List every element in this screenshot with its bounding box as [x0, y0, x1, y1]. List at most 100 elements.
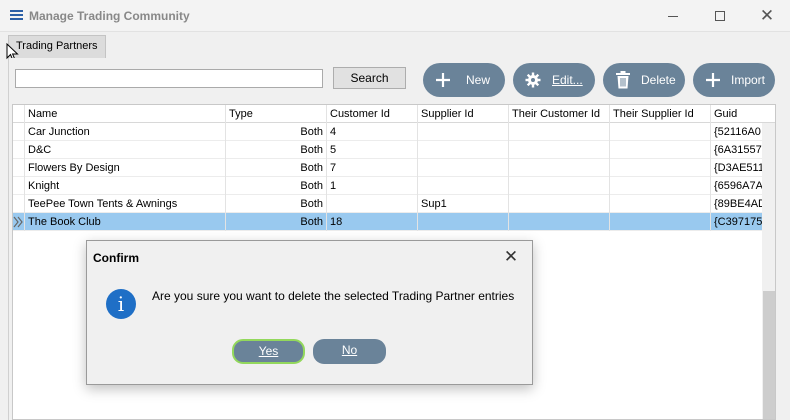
app-menu-icon[interactable] [10, 10, 23, 21]
cell-name: Knight [25, 177, 226, 195]
close-button[interactable]: ✕ [744, 0, 790, 32]
cell-their-customer-id [509, 159, 610, 177]
cell-their-supplier-id [610, 213, 711, 231]
row-indicator [13, 195, 25, 213]
cell-their-customer-id [509, 213, 610, 231]
cell-customer-id: 7 [327, 159, 418, 177]
column-header-name[interactable]: Name [25, 105, 226, 123]
dialog-title: Confirm [93, 251, 139, 265]
cell-guid: {52116A0 [714, 126, 761, 138]
column-header-supplier-id[interactable]: Supplier Id [418, 105, 509, 123]
edit-button[interactable]: Edit... [513, 63, 595, 97]
cell-guid: {6596A7A [714, 180, 763, 192]
search-button[interactable]: Search [333, 67, 406, 89]
column-header-guid[interactable]: Guid [711, 105, 763, 123]
yes-button[interactable]: Yes [232, 339, 305, 364]
cell-name: TeePee Town Tents & Awnings [25, 195, 226, 213]
gear-icon [523, 70, 543, 90]
plus-icon [433, 70, 453, 90]
cell-guid: {89BE4AD [714, 198, 763, 210]
cell-type: Both [226, 123, 327, 141]
edit-button-label: Edit... [552, 73, 583, 87]
table-row[interactable]: Car Junction Both 4 {52116A0 [13, 123, 775, 141]
cell-their-supplier-id [610, 159, 711, 177]
cell-customer-id: 18 [327, 213, 418, 231]
table-row[interactable]: TeePee Town Tents & Awnings Both Sup1 {8… [13, 195, 775, 213]
cell-customer-id: 5 [327, 141, 418, 159]
minimize-icon [668, 15, 678, 17]
cell-supplier-id [418, 177, 509, 195]
row-indicator [13, 123, 25, 141]
cell-supplier-id [418, 159, 509, 177]
vertical-scrollbar[interactable] [762, 123, 775, 419]
current-row-chevron-icon [13, 216, 23, 228]
delete-button[interactable]: Delete [603, 63, 685, 97]
no-button[interactable]: No [313, 339, 386, 364]
close-icon: ✕ [759, 6, 775, 26]
import-button-label: Import [731, 73, 766, 87]
yes-button-label: Yes [258, 344, 279, 358]
info-icon: i [106, 289, 136, 319]
cell-name: Flowers By Design [25, 159, 226, 177]
column-header-customer-id[interactable]: Customer Id [327, 105, 418, 123]
tab-strip: Trading Partners [0, 32, 790, 58]
column-header-their-customer-id[interactable]: Their Customer Id [509, 105, 610, 123]
delete-button-label: Delete [641, 73, 676, 87]
cell-their-customer-id [509, 141, 610, 159]
no-button-label: No [341, 343, 358, 357]
dialog-message: Are you sure you want to delete the sele… [152, 289, 515, 303]
scrollbar-thumb[interactable] [763, 291, 775, 419]
column-header-type[interactable]: Type [226, 105, 327, 123]
new-button[interactable]: New [423, 63, 505, 97]
maximize-button[interactable] [697, 0, 743, 32]
cell-their-supplier-id [610, 123, 711, 141]
cell-name: Car Junction [25, 123, 226, 141]
maximize-icon [715, 11, 725, 21]
tab-trading-partners[interactable]: Trading Partners [8, 35, 106, 58]
table-row-selected[interactable]: The Book Club Both 18 {C397175 [13, 213, 775, 231]
cell-their-supplier-id [610, 177, 711, 195]
cell-guid: {C397175 [714, 216, 763, 228]
table-row[interactable]: D&C Both 5 {6A31557 [13, 141, 775, 159]
title-bar: Manage Trading Community ✕ [0, 0, 790, 32]
cell-their-customer-id [509, 123, 610, 141]
cell-guid: {6A31557 [714, 144, 762, 156]
cell-type: Both [226, 195, 327, 213]
dialog-close-button[interactable]: ✕ [499, 245, 523, 269]
import-button[interactable]: Import [693, 63, 775, 97]
close-icon: ✕ [503, 247, 519, 267]
cell-supplier-id: Sup1 [418, 195, 509, 213]
trash-icon [613, 70, 633, 90]
table-row[interactable]: Knight Both 1 {6596A7A [13, 177, 775, 195]
cell-their-supplier-id [610, 195, 711, 213]
cell-customer-id: 1 [327, 177, 418, 195]
cell-their-customer-id [509, 195, 610, 213]
cell-their-supplier-id [610, 141, 711, 159]
confirm-dialog: Confirm ✕ i Are you sure you want to del… [86, 240, 533, 385]
cell-their-customer-id [509, 177, 610, 195]
cell-customer-id [327, 195, 418, 213]
row-indicator [13, 159, 25, 177]
window-title: Manage Trading Community [29, 9, 190, 23]
row-indicator [13, 141, 25, 159]
column-header-their-supplier-id[interactable]: Their Supplier Id [610, 105, 711, 123]
cell-supplier-id [418, 123, 509, 141]
new-button-label: New [466, 73, 491, 87]
minimize-button[interactable] [650, 0, 696, 32]
header-indicator-cell [13, 105, 25, 123]
grid-header: Name Type Customer Id Supplier Id Their … [13, 105, 775, 123]
row-indicator [13, 213, 25, 231]
row-indicator [13, 177, 25, 195]
cell-type: Both [226, 159, 327, 177]
plus-icon [703, 70, 723, 90]
cell-supplier-id [418, 141, 509, 159]
search-input[interactable] [15, 69, 323, 88]
cell-name: The Book Club [25, 213, 226, 231]
cell-type: Both [226, 177, 327, 195]
cell-name: D&C [25, 141, 226, 159]
cell-guid: {D3AE511 [714, 162, 763, 174]
table-row[interactable]: Flowers By Design Both 7 {D3AE511 [13, 159, 775, 177]
cell-customer-id: 4 [327, 123, 418, 141]
cell-type: Both [226, 141, 327, 159]
cell-type: Both [226, 213, 327, 231]
